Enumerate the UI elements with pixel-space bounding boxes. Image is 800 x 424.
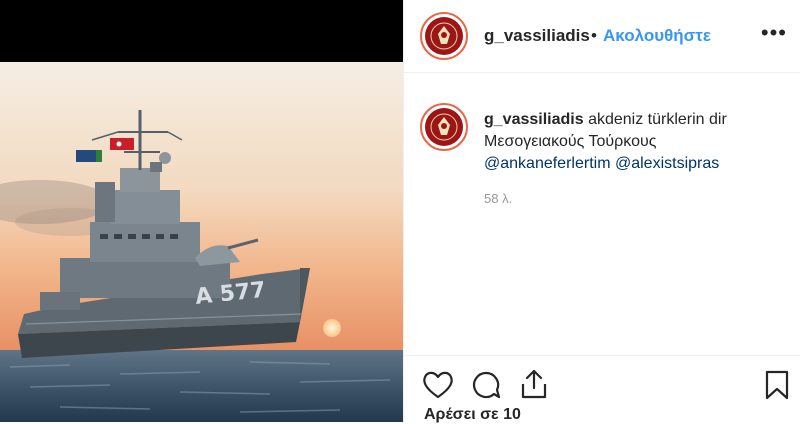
caption-area: g_vassiliadis akdeniz türklerin dir Μεσο… bbox=[404, 73, 800, 355]
caption-avatar[interactable] bbox=[420, 103, 468, 151]
caption-username-link[interactable]: g_vassiliadis bbox=[484, 111, 584, 128]
post-media[interactable]: A 577 bbox=[0, 0, 403, 422]
post-header: g_vassiliadis • Ακολουθήστε ••• bbox=[404, 0, 800, 73]
media-letterbox bbox=[0, 0, 403, 62]
post-photo[interactable]: A 577 bbox=[0, 62, 403, 422]
avatar-emblem bbox=[425, 17, 463, 55]
caption-avatar-emblem bbox=[425, 108, 463, 146]
post-caption: g_vassiliadis akdeniz türklerin dir Μεσο… bbox=[484, 109, 784, 175]
post-timestamp[interactable]: 58 λ. bbox=[484, 191, 512, 206]
likes-count[interactable]: Αρέσει σε 10 bbox=[424, 406, 521, 424]
header-username-link[interactable]: g_vassiliadis bbox=[484, 26, 590, 46]
comment-icon[interactable] bbox=[470, 370, 502, 400]
emblem-icon bbox=[426, 109, 462, 145]
bookmark-icon[interactable] bbox=[764, 370, 790, 400]
profile-avatar[interactable] bbox=[420, 12, 468, 60]
share-icon[interactable] bbox=[519, 368, 549, 400]
post-sidebar: g_vassiliadis • Ακολουθήστε ••• g_vassil… bbox=[403, 0, 800, 424]
mention-link[interactable]: @ankaneferlertim bbox=[484, 155, 611, 172]
follow-separator: • bbox=[591, 26, 597, 45]
emblem-icon bbox=[426, 18, 462, 54]
follow-button[interactable]: Ακολουθήστε bbox=[603, 26, 711, 46]
mention-link[interactable]: @alexistsipras bbox=[615, 155, 719, 172]
heart-icon[interactable] bbox=[422, 370, 454, 400]
more-options-icon[interactable]: ••• bbox=[761, 20, 787, 46]
